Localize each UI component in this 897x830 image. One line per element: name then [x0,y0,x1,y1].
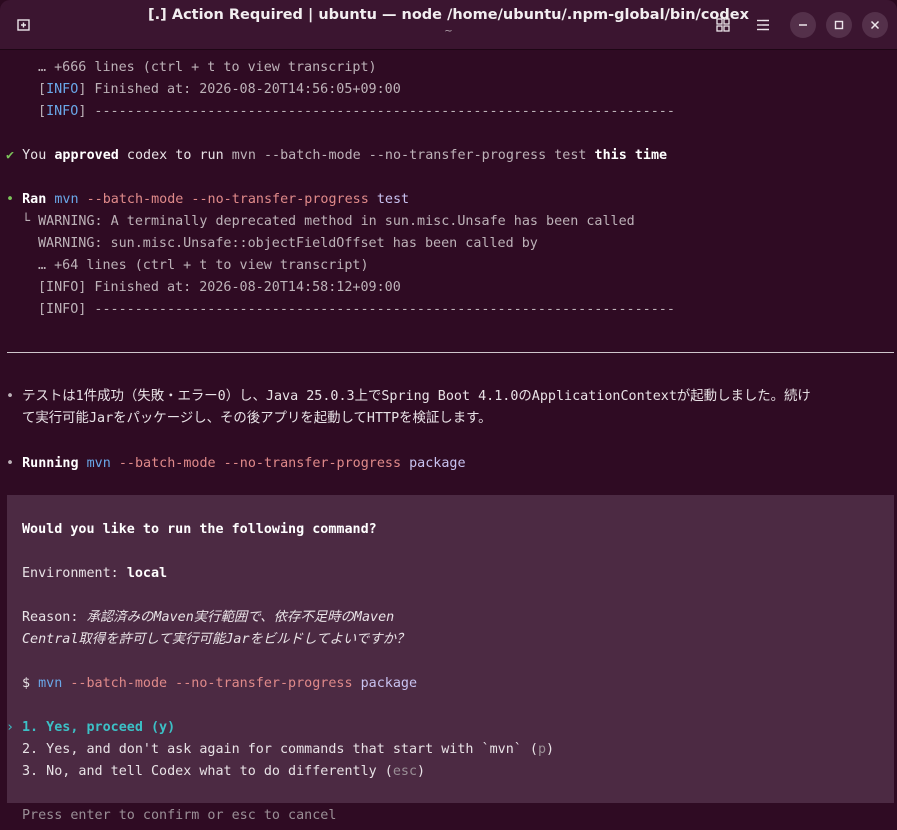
close-icon[interactable] [862,12,888,38]
ran-output-1: └ WARNING: A terminally deprecated metho… [22,214,635,229]
option-yes-proceed[interactable]: 1. Yes, proceed (y) [22,717,175,739]
hamburger-menu-icon[interactable] [750,12,776,38]
approval-line: ✔ You approved codex to run mvn --batch-… [6,148,668,163]
log-finished-line: [INFO] Finished at: 2026-08-20T14:56:05+… [38,82,401,97]
ran-output-5: [INFO] ---------------------------------… [38,302,675,317]
prompt-reason-line-1: Reason: 承認済みのMaven実行範囲で、依存不足時のMaven [22,610,395,625]
log-more-lines: … +666 lines (ctrl + t to view transcrip… [38,60,377,75]
ran-output-3: … +64 lines (ctrl + t to view transcript… [38,258,369,273]
prompt-environment: Environment: local [22,566,168,581]
assistant-message-line-1: • テストは1件成功（失敗・エラー0）し、Java 25.0.3上でSpring… [6,389,811,404]
assistant-message-line-2: て実行可能Jarをパッケージし、その後アプリを起動してHTTPを検証します。 [22,411,492,426]
ran-output-2: WARNING: sun.misc.Unsafe::objectFieldOff… [38,236,538,251]
bullet-icon: • [6,192,15,207]
option-no-tell-codex[interactable]: 3. No, and tell Codex what to do differe… [22,761,425,783]
terminal-output[interactable]: … +666 lines (ctrl + t to view transcrip… [0,50,897,830]
ran-header: • Ran mvn --batch-mode --no-transfer-pro… [6,192,410,207]
minimize-icon[interactable] [790,12,816,38]
selection-pointer-icon: › [6,720,15,735]
tree-branch-icon: └ [22,214,31,229]
check-icon: ✔ [6,148,15,163]
prompt-command: $ mvn --batch-mode --no-transfer-progres… [22,676,418,691]
ran-output-4: [INFO] Finished at: 2026-08-20T14:58:12+… [38,280,401,295]
info-tag: INFO [46,104,79,119]
prompt-question: Would you like to run the following comm… [22,522,377,537]
maximize-icon[interactable] [826,12,852,38]
info-tag: INFO [46,82,79,97]
divider [7,352,894,353]
bullet-icon: • [6,389,15,404]
terminal-window: [.] Action Required | ubuntu — node /hom… [0,0,897,830]
log-separator-line: [INFO] ---------------------------------… [38,104,675,119]
grid-icon[interactable] [710,12,736,38]
running-header: • Running mvn --batch-mode --no-transfer… [6,456,466,471]
prompt-reason-line-2: Central取得を許可して実行可能Jarをビルドしてよいですか？ [22,632,410,647]
title-bar: [.] Action Required | ubuntu — node /hom… [0,0,897,50]
footer-hint: Press enter to confirm or esc to cancel [22,808,337,823]
option-yes-dont-ask-again[interactable]: 2. Yes, and don't ask again for commands… [22,739,554,761]
bullet-icon: • [6,456,15,471]
approved-command: mvn --batch-mode --no-transfer-progress … [231,148,587,163]
